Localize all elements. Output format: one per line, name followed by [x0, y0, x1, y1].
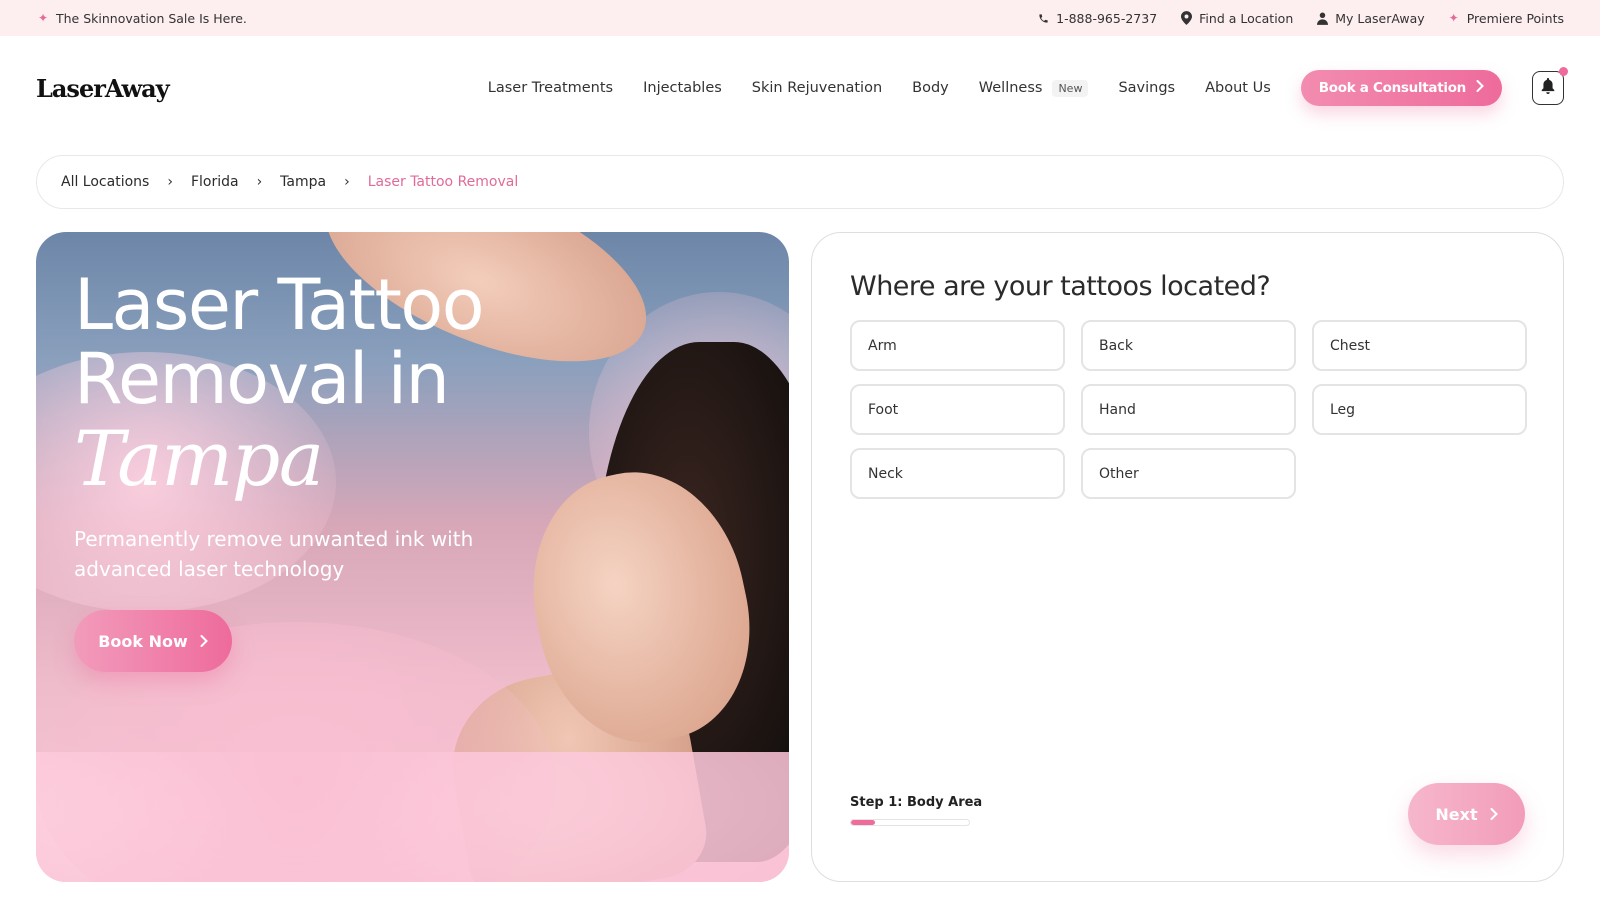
nav-wellness[interactable]: Wellness New	[978, 79, 1089, 97]
nav-about-us[interactable]: About Us	[1205, 80, 1271, 96]
notifications-button[interactable]	[1532, 67, 1568, 105]
next-button[interactable]: Next	[1408, 783, 1525, 845]
crumb-all-locations[interactable]: All Locations	[61, 174, 149, 190]
notification-dot	[1559, 67, 1568, 76]
book-now-label: Book Now	[98, 631, 188, 651]
main-nav: Laser Treatments Injectables Skin Rejuve…	[488, 67, 1568, 106]
logo[interactable]: LaserAway	[36, 74, 170, 103]
location-pin-icon	[1179, 11, 1193, 25]
option-hand[interactable]: Hand	[1081, 384, 1296, 435]
nav-wellness-label: Wellness	[978, 80, 1043, 96]
user-icon	[1315, 11, 1329, 25]
chevron-right-icon	[1476, 80, 1484, 96]
chevron-right-icon	[200, 632, 208, 651]
option-neck[interactable]: Neck	[850, 448, 1065, 499]
option-chest[interactable]: Chest	[1312, 320, 1527, 371]
phone-number: 1-888-965-2737	[1056, 10, 1158, 26]
utility-links: 1-888-965-2737 Find a Location My LaserA…	[1014, 11, 1564, 26]
breadcrumb: All Locations › Florida › Tampa › Laser …	[36, 155, 1564, 209]
option-arm[interactable]: Arm	[850, 320, 1065, 371]
premiere-points-link[interactable]: ✦ Premiere Points	[1447, 11, 1564, 26]
points-label: Premiere Points	[1466, 10, 1564, 26]
hero-text: Laser Tattoo Removal in Tampa Permanentl…	[74, 268, 494, 672]
nav-laser-treatments[interactable]: Laser Treatments	[488, 80, 613, 96]
chevron-right-icon: ›	[167, 174, 173, 190]
book-now-button[interactable]: Book Now	[74, 610, 232, 672]
option-foot[interactable]: Foot	[850, 384, 1065, 435]
step-label: Step 1: Body Area	[850, 795, 983, 810]
account-label: My LaserAway	[1335, 10, 1425, 26]
promo-bar: ✦ The Skinnovation Sale Is Here. 1-888-9…	[0, 0, 1600, 36]
hero-title-line1: Laser Tattoo	[74, 264, 485, 346]
crumb-florida[interactable]: Florida	[191, 174, 239, 190]
tattoo-location-quiz: Where are your tattoos located? Arm Back…	[811, 232, 1564, 882]
site-header: LaserAway Laser Treatments Injectables S…	[0, 36, 1600, 140]
hero-subtitle: Permanently remove unwanted ink with adv…	[74, 527, 474, 581]
chevron-right-icon: ›	[256, 174, 263, 190]
sparkle-icon: ✦	[37, 11, 49, 25]
book-consultation-label: Book a Consultation	[1318, 80, 1467, 96]
option-back[interactable]: Back	[1081, 320, 1296, 371]
phone-link[interactable]: 1-888-965-2737	[1036, 11, 1157, 26]
body-area-options: Arm Back Chest Foot Hand Leg Neck Other	[850, 320, 1527, 499]
nav-savings[interactable]: Savings	[1118, 80, 1175, 96]
promo-text[interactable]: The Skinnovation Sale Is Here.	[56, 11, 247, 26]
crumb-tampa[interactable]: Tampa	[280, 174, 326, 190]
hero-title: Laser Tattoo Removal in Tampa	[74, 268, 494, 502]
step-progress-bar	[850, 819, 970, 826]
book-consultation-button[interactable]: Book a Consultation	[1300, 70, 1502, 106]
promo-left[interactable]: ✦ The Skinnovation Sale Is Here.	[36, 11, 247, 26]
nav-skin-rejuvenation[interactable]: Skin Rejuvenation	[752, 80, 882, 96]
next-label: Next	[1435, 804, 1478, 824]
option-other[interactable]: Other	[1081, 448, 1296, 499]
chevron-right-icon	[1490, 805, 1498, 824]
account-link[interactable]: My LaserAway	[1315, 10, 1425, 26]
nav-injectables[interactable]: Injectables	[643, 80, 722, 96]
option-leg[interactable]: Leg	[1312, 384, 1527, 435]
hero-city: Tampa	[74, 414, 324, 503]
sparkle-icon: ✦	[1448, 11, 1459, 25]
new-badge: New	[1052, 79, 1089, 97]
chevron-right-icon: ›	[344, 174, 350, 190]
phone-icon	[1036, 11, 1050, 25]
hero-card: Laser Tattoo Removal in Tampa Permanentl…	[36, 232, 789, 882]
nav-body[interactable]: Body	[912, 80, 949, 96]
find-location-link[interactable]: Find a Location	[1179, 11, 1293, 26]
progress-fill	[851, 820, 875, 825]
crumb-current-page: Laser Tattoo Removal	[367, 174, 519, 190]
hero-title-line2: Removal in	[74, 338, 450, 420]
quiz-question: Where are your tattoos located?	[850, 271, 1271, 302]
bell-icon	[1541, 78, 1555, 98]
find-location-label: Find a Location	[1199, 10, 1294, 26]
